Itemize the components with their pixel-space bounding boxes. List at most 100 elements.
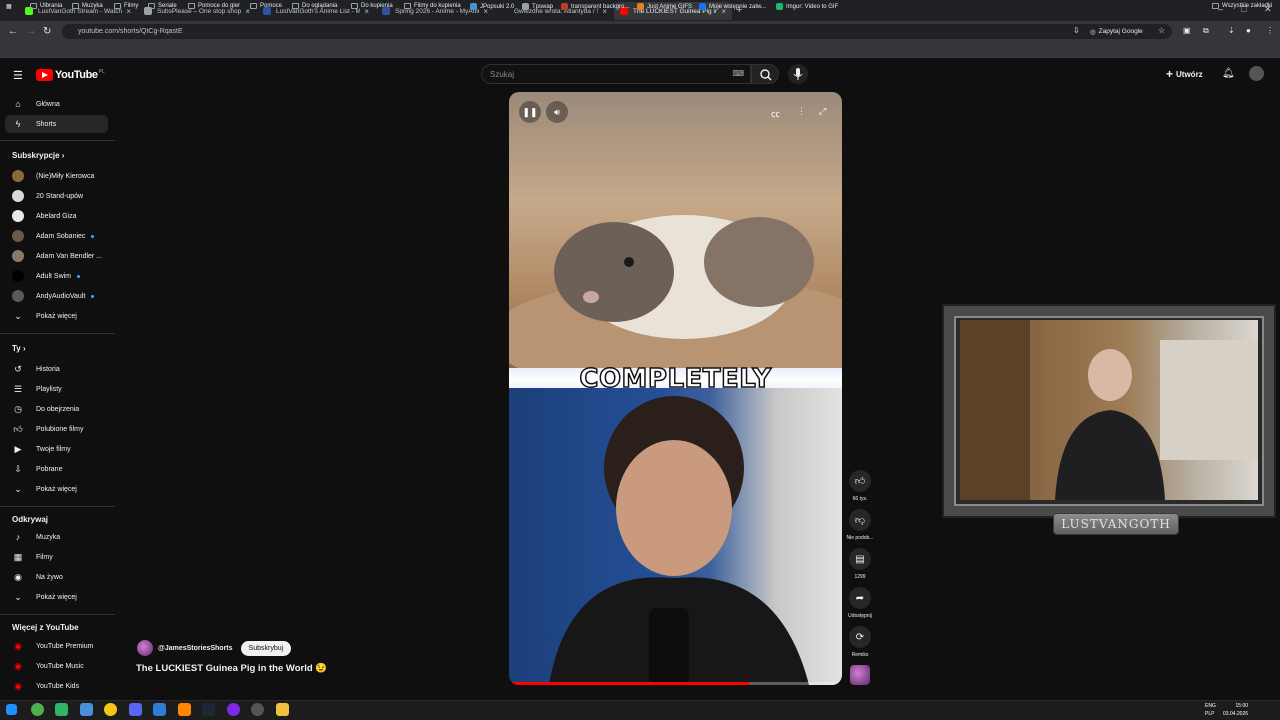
sidebar-youtube-app[interactable]: ◉ YouTube Kids — [5, 677, 108, 695]
keyboard-icon[interactable]: ⌨ — [732, 69, 744, 78]
download-icon[interactable]: ⇣ — [1228, 26, 1235, 35]
sound-thumbnail[interactable] — [850, 665, 870, 685]
sidebar-subscription[interactable]: AndyAudioVault — [5, 287, 108, 305]
bookmark-star-icon[interactable]: ☆ — [1158, 26, 1165, 35]
all-bookmarks-button[interactable]: Wszystkie zakładki — [1212, 3, 1272, 9]
sidebar-subscription[interactable]: Adam Sobaniec — [5, 227, 108, 245]
file-explorer-taskbar-icon[interactable] — [276, 703, 289, 716]
bookmark-link[interactable]: Moje wstępnie zatw... — [699, 3, 766, 10]
extensions-puzzle-icon[interactable]: ⧉ — [1203, 26, 1209, 36]
youtube-logo[interactable]: YouTube PL — [36, 69, 105, 81]
sidebar-item-music[interactable]: ♪ Muzyka — [5, 528, 108, 546]
share-button[interactable]: ➦ Udostępnij — [846, 587, 874, 619]
extension-icon[interactable]: ▣ — [1183, 26, 1191, 35]
subscriptions-heading[interactable]: Subskrypcje › — [12, 151, 64, 160]
app-taskbar-icon-2[interactable] — [80, 703, 93, 716]
back-button[interactable]: ← — [8, 26, 18, 37]
sidebar-item-live[interactable]: ◉ Na żywo — [5, 568, 108, 586]
bookmark-link[interactable]: Tpswap — [522, 3, 553, 10]
fullscreen-icon[interactable]: ⤢ — [819, 106, 826, 117]
sidebar-item-home[interactable]: ⌂ Główna — [5, 95, 108, 113]
forward-button[interactable]: → — [26, 26, 36, 37]
bookmark-folder[interactable]: Pomoce — [250, 3, 282, 9]
create-button[interactable]: + Utwórz — [1166, 66, 1203, 82]
sidebar-item-chevron-down[interactable]: ⌄ Pokaż więcej — [5, 588, 108, 606]
like-button[interactable]: 👍︎ 66 tys. — [846, 470, 874, 502]
pause-button[interactable]: ❚❚ — [519, 101, 541, 123]
subscribe-button[interactable]: Subskrybuj — [240, 640, 292, 656]
sidebar-youtube-app[interactable]: ◉ YouTube Premium — [5, 637, 108, 655]
bookmark-folder[interactable]: Filmy do kupienia — [404, 3, 461, 9]
search-input[interactable]: Szukaj ⌨ — [481, 64, 751, 84]
sidebar-item-liked[interactable]: 👍︎ Polubione filmy — [5, 420, 108, 438]
sidebar-item-downloads[interactable]: ⇩ Pobrane — [5, 460, 108, 478]
vlc-taskbar-icon[interactable] — [178, 703, 191, 716]
video-progress-bar[interactable] — [509, 682, 842, 685]
account-avatar[interactable] — [1249, 66, 1264, 81]
bookmark-link[interactable]: Imgur: Video to GIF — [776, 3, 838, 10]
more-options-icon[interactable]: ⋮ — [797, 106, 806, 117]
sidebar-item-shorts[interactable]: ϟ Shorts — [5, 115, 108, 133]
sidebar-divider — [0, 506, 115, 507]
sidebar-item-your-videos[interactable]: ▶ Twoje filmy — [5, 440, 108, 458]
bookmark-link[interactable]: JPopsuki 2.0 — [470, 3, 514, 10]
reload-button[interactable]: ↻ — [43, 26, 51, 37]
install-app-icon[interactable]: ⇩ — [1073, 26, 1080, 35]
bookmark-folder[interactable]: Pomoce do gier — [188, 3, 240, 9]
taskbar-clock[interactable]: 15:00 03.04.2026 — [1223, 702, 1248, 718]
bookmark-folder[interactable]: Seriale — [148, 3, 177, 9]
volume-button[interactable]: 🔊︎ — [546, 101, 568, 123]
language-indicator[interactable]: ENG PLP — [1205, 702, 1216, 718]
dislike-button[interactable]: 👎︎ Nie podob... — [846, 509, 874, 541]
notifications-bell-icon[interactable]: 🔔︎ — [1222, 68, 1235, 79]
explore-heading[interactable]: Odkrywaj — [12, 515, 48, 524]
sidebar-subscription[interactable]: (Nie)Miły Kierowca — [5, 167, 108, 185]
shorts-video-player[interactable]: COMPLETELY ❚❚ 🔊︎ ㏄ ⋮ ⤢ — [509, 92, 842, 685]
bookmark-link[interactable]: transparent backgro... — [561, 3, 629, 10]
address-bar[interactable]: youtube.com/shorts/QtCg-RqastE — [62, 24, 1172, 39]
app-taskbar-icon-4[interactable] — [153, 703, 166, 716]
app-taskbar-icon-5[interactable] — [227, 703, 240, 716]
bookmark-folder[interactable]: Filmy — [114, 3, 138, 9]
app-taskbar-icon-1[interactable] — [55, 703, 68, 716]
chrome-taskbar-icon[interactable] — [31, 703, 44, 716]
sidebar-youtube-app[interactable]: ◉ YouTube Music — [5, 657, 108, 675]
apps-grid-icon[interactable]: ▦ — [6, 3, 12, 10]
bookmark-folder[interactable]: Muzyka — [72, 3, 103, 9]
bookmark-label: Pomoce do gier — [198, 3, 241, 9]
steam-taskbar-icon[interactable] — [202, 703, 215, 716]
you-heading[interactable]: Ty › — [12, 344, 26, 353]
discord-taskbar-icon[interactable] — [129, 703, 142, 716]
sidebar-item-history[interactable]: ↺ Historia — [5, 360, 108, 378]
captions-icon[interactable]: ㏄ — [771, 107, 780, 120]
sidebar-subscription[interactable]: 20 Stand-upów — [5, 187, 108, 205]
bookmark-link[interactable]: Just Anime GIFS — [637, 3, 692, 10]
remix-button[interactable]: ⟳ Remiks — [846, 626, 874, 658]
sidebar-subscription[interactable]: Adam Van Bendler ... — [5, 247, 108, 265]
bookmark-folder[interactable]: Do kupienia — [351, 3, 393, 9]
windows-start-icon[interactable] — [6, 704, 17, 715]
zapytaj-google-button[interactable]: ◎ Zapytaj Google — [1090, 25, 1143, 38]
sidebar-subscription[interactable]: Abelard Giza — [5, 207, 108, 225]
sidebar-item-watch-later[interactable]: ◷ Do obejrzenia — [5, 400, 108, 418]
pause-icon: ❚❚ — [522, 106, 538, 117]
sidebar-item-chevron-down[interactable]: ⌄ Pokaż więcej — [5, 480, 108, 498]
sidebar-item-playlists[interactable]: ☰ Playlisty — [5, 380, 108, 398]
show-more-subscriptions[interactable]: ⌄ Pokaż więcej — [5, 307, 108, 325]
sidebar-subscription[interactable]: Adult Swim — [5, 267, 108, 285]
hamburger-menu-icon[interactable]: ☰ — [13, 69, 23, 82]
channel-avatar[interactable] — [137, 640, 153, 656]
obs-taskbar-icon[interactable] — [251, 703, 264, 716]
sidebar-item-movies[interactable]: ▦ Filmy — [5, 548, 108, 566]
voice-search-button[interactable] — [788, 64, 808, 84]
channel-name[interactable]: @JamesStoriesShorts — [158, 645, 233, 652]
chrome-menu-icon[interactable]: ⋮ — [1266, 26, 1274, 35]
profile-avatar[interactable]: ● — [1246, 26, 1251, 35]
comments-button[interactable]: ▤ 1299 — [846, 548, 874, 580]
app-taskbar-icon-3[interactable] — [104, 703, 117, 716]
bookmark-folder[interactable]: Do oglądania — [292, 3, 337, 9]
bookmark-folder[interactable]: Ulbrania — [30, 3, 62, 9]
search-button[interactable] — [751, 64, 779, 84]
more-from-youtube-heading[interactable]: Więcej z YouTube — [12, 623, 79, 632]
dislike-label: Nie podob... — [846, 535, 874, 541]
